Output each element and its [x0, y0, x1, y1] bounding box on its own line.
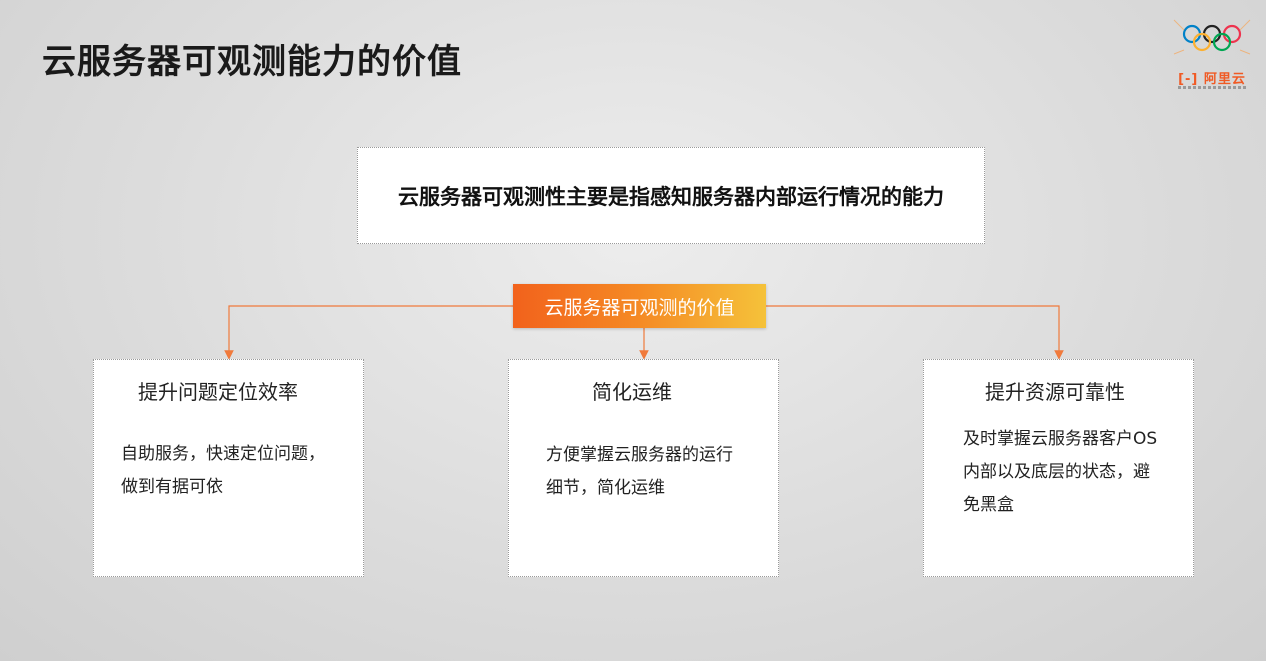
card-body-line: 细节，简化运维	[546, 478, 665, 498]
card-body: 方便掌握云服务器的运行 细节，简化运维	[546, 439, 733, 505]
card-body-line: 自助服务，快速定位问题，	[121, 444, 325, 464]
card-body: 及时掌握云服务器客户OS 内部以及底层的状态，避 免黑盒	[963, 423, 1157, 522]
card-problem-locating: 提升问题定位效率 自助服务，快速定位问题， 做到有据可依	[93, 359, 364, 577]
card-body-line: 做到有据可依	[121, 477, 223, 497]
center-label: 云服务器可观测的价值	[513, 284, 766, 328]
card-body: 自助服务，快速定位问题， 做到有据可依	[121, 438, 325, 504]
card-title: 简化运维	[592, 380, 672, 404]
card-body-line: 内部以及底层的状态，避	[963, 462, 1150, 482]
center-label-text: 云服务器可观测的价值	[544, 296, 735, 319]
connector-left	[224, 305, 513, 360]
card-reliability: 提升资源可靠性 及时掌握云服务器客户OS 内部以及底层的状态，避 免黑盒	[923, 359, 1194, 577]
card-body-line: 及时掌握云服务器客户OS	[963, 429, 1158, 449]
connector-right	[766, 305, 1064, 360]
card-body-line: 方便掌握云服务器的运行	[546, 445, 733, 465]
card-title: 提升资源可靠性	[985, 380, 1125, 404]
card-title: 提升问题定位效率	[138, 380, 298, 404]
card-body-line: 免黑盒	[963, 495, 1014, 515]
card-simplify-ops: 简化运维 方便掌握云服务器的运行 细节，简化运维	[508, 359, 779, 577]
